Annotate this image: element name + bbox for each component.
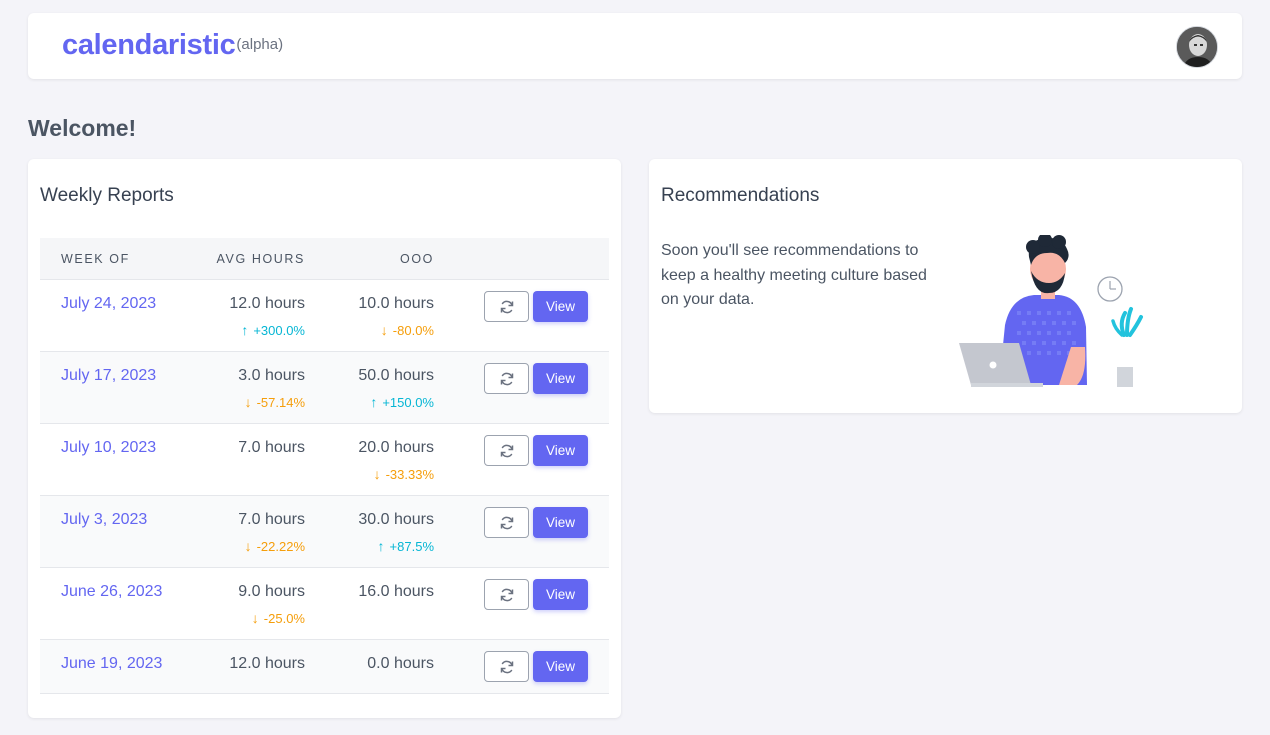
arrow-up-icon: ↑: [241, 322, 249, 338]
avg-hours-delta: ↑ +300.0%: [241, 322, 305, 338]
user-avatar[interactable]: [1176, 26, 1218, 68]
avg-hours-value: 7.0 hours: [238, 511, 305, 528]
ooo-hours-value: 16.0 hours: [358, 583, 434, 600]
avg-delta-text: -22.22%: [256, 538, 305, 554]
arrow-up-icon: ↑: [370, 394, 378, 410]
refresh-button[interactable]: [484, 651, 529, 682]
view-button[interactable]: View: [533, 579, 588, 610]
ooo-hours-value: 20.0 hours: [358, 439, 434, 456]
ooo-hours-delta: ↓ -80.0%: [381, 322, 434, 338]
table-row: July 24, 2023 12.0 hours 10.0 hours ↑ +300.0…: [40, 280, 609, 352]
avatar-image: [1177, 27, 1217, 67]
recommendations-text: Soon you'll see recommendations to keep …: [661, 242, 927, 308]
week-link[interactable]: July 24, 2023: [61, 295, 156, 313]
avg-hours-delta: ↓ -22.22%: [245, 538, 305, 554]
arrow-down-icon: ↓: [244, 538, 252, 554]
ooo-hours-value: 30.0 hours: [358, 511, 434, 528]
ooo-delta-text: +87.5%: [389, 538, 434, 554]
brand-tag: (alpha): [236, 36, 284, 53]
refresh-icon: [500, 660, 513, 673]
week-link[interactable]: July 17, 2023: [61, 367, 156, 385]
table-row: July 3, 2023 7.0 hours 30.0 hours ↓ -22.22% ↑…: [40, 496, 609, 568]
table-row: June 26, 2023 9.0 hours 16.0 hours ↓ -25.0% V…: [40, 568, 609, 640]
view-button[interactable]: View: [533, 291, 588, 322]
refresh-icon: [500, 444, 513, 457]
column-header-ooo: OOO: [400, 252, 434, 266]
refresh-icon: [500, 300, 513, 313]
ooo-hours-value: 0.0 hours: [367, 655, 434, 672]
table-row: June 19, 2023 12.0 hours 0.0 hours View: [40, 640, 609, 694]
avg-hours-value: 12.0 hours: [229, 295, 305, 312]
refresh-icon: [500, 516, 513, 529]
recommendations-title: Recommendations: [661, 185, 820, 206]
weekly-reports-table: WEEK OF AVG HOURS OOO July 24, 2023 12.0 …: [40, 238, 609, 694]
recommendations-card: Recommendations Soon you'll see recommen…: [649, 159, 1242, 413]
ooo-hours-delta: ↓ -33.33%: [374, 466, 434, 482]
view-button[interactable]: View: [533, 435, 588, 466]
table-row: July 17, 2023 3.0 hours 50.0 hours ↓ -57.14%…: [40, 352, 609, 424]
avg-hours-value: 9.0 hours: [238, 583, 305, 600]
weekly-reports-card: Weekly Reports WEEK OF AVG HOURS OOO Jul…: [28, 159, 621, 718]
ooo-hours-delta: ↑ +150.0%: [370, 394, 434, 410]
person-at-laptop-illustration: [959, 235, 1143, 387]
arrow-up-icon: ↑: [377, 538, 385, 554]
table-header: WEEK OF AVG HOURS OOO: [40, 238, 609, 280]
welcome-heading: Welcome!: [28, 115, 137, 141]
refresh-button[interactable]: [484, 579, 529, 610]
week-link[interactable]: July 3, 2023: [61, 511, 147, 529]
ooo-hours-delta: ↑ +87.5%: [378, 538, 434, 554]
avg-hours-value: 7.0 hours: [238, 439, 305, 456]
weekly-reports-title: Weekly Reports: [40, 185, 174, 206]
week-link[interactable]: June 26, 2023: [61, 583, 162, 601]
avg-hours-delta: ↓ -57.14%: [245, 394, 305, 410]
view-button[interactable]: View: [533, 363, 588, 394]
column-header-week: WEEK OF: [61, 252, 130, 266]
avg-hours-value: 12.0 hours: [229, 655, 305, 672]
avg-hours-value: 3.0 hours: [238, 367, 305, 384]
view-button[interactable]: View: [533, 651, 588, 682]
column-header-avg-hours: AVG HOURS: [216, 252, 305, 266]
arrow-down-icon: ↓: [244, 394, 252, 410]
top-navbar: calendaristic (alpha): [28, 13, 1242, 79]
table-row: July 10, 2023 7.0 hours 20.0 hours ↓ -33.33%…: [40, 424, 609, 496]
refresh-button[interactable]: [484, 507, 529, 538]
avg-delta-text: +300.0%: [253, 322, 305, 338]
avg-hours-delta: ↓ -25.0%: [252, 610, 305, 626]
refresh-button[interactable]: [484, 363, 529, 394]
brand-logo[interactable]: calendaristic (alpha): [62, 29, 283, 62]
ooo-delta-text: -33.33%: [385, 466, 434, 482]
refresh-icon: [500, 588, 513, 601]
refresh-button[interactable]: [484, 435, 529, 466]
refresh-icon: [500, 372, 513, 385]
refresh-button[interactable]: [484, 291, 529, 322]
brand-name[interactable]: calendaristic: [62, 29, 236, 62]
arrow-down-icon: ↓: [380, 322, 388, 338]
arrow-down-icon: ↓: [251, 610, 259, 626]
avg-delta-text: -25.0%: [263, 610, 305, 626]
arrow-down-icon: ↓: [373, 466, 381, 482]
ooo-hours-value: 50.0 hours: [358, 367, 434, 384]
view-button[interactable]: View: [533, 507, 588, 538]
avg-delta-text: -57.14%: [256, 394, 305, 410]
ooo-delta-text: -80.0%: [392, 322, 434, 338]
ooo-delta-text: +150.0%: [382, 394, 434, 410]
week-link[interactable]: July 10, 2023: [61, 439, 156, 457]
week-link[interactable]: June 19, 2023: [61, 655, 162, 673]
ooo-hours-value: 10.0 hours: [358, 295, 434, 312]
